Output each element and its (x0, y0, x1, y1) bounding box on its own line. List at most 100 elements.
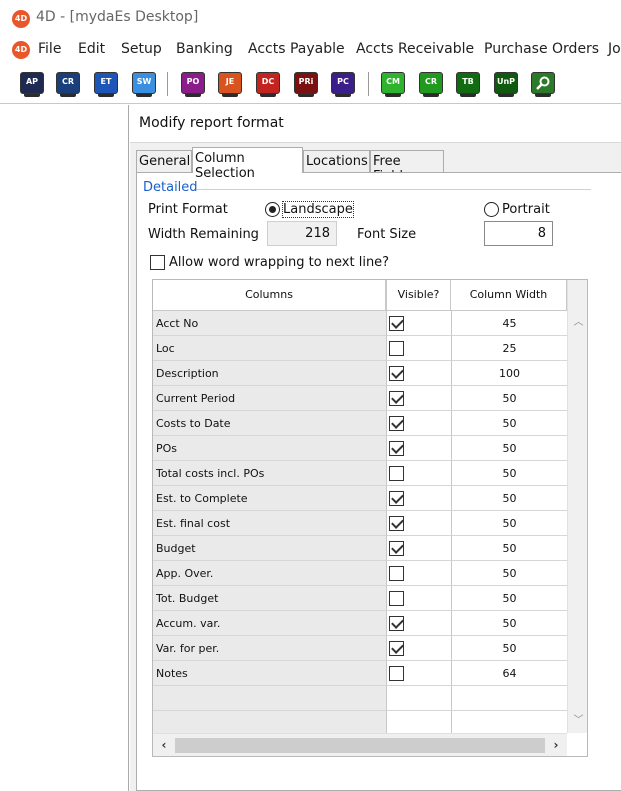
table-row[interactable]: Costs to Date 50 (153, 411, 567, 436)
table-row[interactable]: Loc 25 (153, 336, 567, 361)
table-row[interactable] (153, 686, 567, 711)
cr-button[interactable]: CR (56, 72, 80, 97)
dc-button[interactable]: DC (256, 72, 280, 97)
column-name-cell[interactable]: Total costs incl. POs (153, 461, 386, 486)
menu-jobs[interactable]: Jo (608, 41, 621, 57)
table-row[interactable]: App. Over. 50 (153, 561, 567, 586)
table-row[interactable]: Acct No 45 (153, 311, 567, 336)
tab-locations[interactable]: Locations (303, 150, 370, 172)
visible-checkbox[interactable] (389, 416, 404, 431)
column-name-cell[interactable]: Accum. var. (153, 611, 386, 636)
column-name-cell[interactable]: Tot. Budget (153, 586, 386, 611)
tab-column-selection[interactable]: Column Selection (192, 147, 303, 181)
pri-button[interactable]: PRi (294, 72, 318, 97)
column-width-cell[interactable]: 50 (451, 536, 567, 561)
column-width-cell[interactable]: 50 (451, 611, 567, 636)
table-row[interactable]: Total costs incl. POs 50 (153, 461, 567, 486)
menu-banking[interactable]: Banking (176, 41, 233, 57)
table-row[interactable]: Tot. Budget 50 (153, 586, 567, 611)
scroll-up-icon[interactable]: ︿ (568, 314, 587, 331)
column-width-cell[interactable]: 50 (451, 486, 567, 511)
word-wrap-label[interactable]: Allow word wrapping to next line? (169, 255, 389, 270)
column-width-cell[interactable]: 50 (451, 561, 567, 586)
column-name-cell[interactable]: Est. final cost (153, 511, 386, 536)
scroll-left-icon[interactable]: ‹ (155, 737, 173, 754)
table-row[interactable]: Accum. var. 50 (153, 611, 567, 636)
column-width-cell[interactable]: 50 (451, 411, 567, 436)
table-row[interactable]: Description 100 (153, 361, 567, 386)
column-name-cell[interactable]: Loc (153, 336, 386, 361)
column-width-cell[interactable]: 50 (451, 586, 567, 611)
et-button[interactable]: ET (94, 72, 118, 97)
column-width-cell[interactable]: 50 (451, 386, 567, 411)
column-width-cell[interactable]: 50 (451, 511, 567, 536)
column-header-columns[interactable]: Columns (153, 280, 386, 310)
horizontal-scrollbar[interactable]: ‹ › (153, 733, 567, 756)
column-name-cell[interactable] (153, 686, 386, 711)
column-width-cell[interactable]: 25 (451, 336, 567, 361)
visible-checkbox[interactable] (389, 566, 404, 581)
je-button[interactable]: JE (218, 72, 242, 97)
column-header-visible[interactable]: Visible? (386, 280, 451, 310)
column-width-cell[interactable] (451, 686, 567, 711)
column-name-cell[interactable]: POs (153, 436, 386, 461)
column-width-cell[interactable]: 100 (451, 361, 567, 386)
table-row[interactable]: Est. final cost 50 (153, 511, 567, 536)
menu-accts-payable[interactable]: Accts Payable (248, 41, 345, 57)
tab-general[interactable]: General (136, 150, 192, 172)
cr-green-button[interactable]: CR (419, 72, 443, 97)
menu-file[interactable]: File (38, 41, 61, 57)
column-width-cell[interactable]: 50 (451, 436, 567, 461)
column-name-cell[interactable]: Current Period (153, 386, 386, 411)
cm-button[interactable]: CM (381, 72, 405, 97)
column-name-cell[interactable]: Costs to Date (153, 411, 386, 436)
column-name-cell[interactable]: App. Over. (153, 561, 386, 586)
portrait-label[interactable]: Portrait (502, 202, 550, 217)
visible-checkbox[interactable] (389, 391, 404, 406)
portrait-radio[interactable] (484, 202, 499, 217)
po-button[interactable]: PO (181, 72, 205, 97)
column-width-cell[interactable]: 50 (451, 461, 567, 486)
horizontal-scroll-thumb[interactable] (175, 738, 545, 753)
visible-checkbox[interactable] (389, 316, 404, 331)
column-width-cell[interactable]: 50 (451, 636, 567, 661)
column-name-cell[interactable]: Description (153, 361, 386, 386)
visible-checkbox[interactable] (389, 616, 404, 631)
sw-button[interactable]: SW (132, 72, 156, 97)
visible-checkbox[interactable] (389, 366, 404, 381)
vertical-scrollbar[interactable]: ︿ ﹀ (567, 280, 587, 733)
column-name-cell[interactable]: Acct No (153, 311, 386, 336)
search-button[interactable] (531, 72, 555, 97)
column-header-width[interactable]: Column Width (451, 280, 567, 310)
scroll-right-icon[interactable]: › (547, 737, 565, 754)
pc-button[interactable]: PC (331, 72, 355, 97)
menu-purchase-orders[interactable]: Purchase Orders (484, 41, 599, 57)
visible-checkbox[interactable] (389, 591, 404, 606)
visible-checkbox[interactable] (389, 541, 404, 556)
visible-checkbox[interactable] (389, 466, 404, 481)
visible-checkbox[interactable] (389, 666, 404, 681)
column-name-cell[interactable]: Budget (153, 536, 386, 561)
table-row[interactable]: Est. to Complete 50 (153, 486, 567, 511)
table-row[interactable]: Notes 64 (153, 661, 567, 686)
app-menu-icon[interactable]: 4D (12, 41, 30, 59)
landscape-label[interactable]: Landscape (282, 201, 354, 218)
visible-checkbox[interactable] (389, 491, 404, 506)
ap-button[interactable]: AP (20, 72, 44, 97)
unp-button[interactable]: UnP (494, 72, 518, 97)
menu-accts-receivable[interactable]: Accts Receivable (356, 41, 474, 57)
menu-edit[interactable]: Edit (78, 41, 105, 57)
column-width-cell[interactable]: 64 (451, 661, 567, 686)
column-name-cell[interactable]: Var. for per. (153, 636, 386, 661)
table-row[interactable]: Current Period 50 (153, 386, 567, 411)
visible-checkbox[interactable] (389, 641, 404, 656)
landscape-radio[interactable] (265, 202, 280, 217)
menu-setup[interactable]: Setup (121, 41, 162, 57)
visible-checkbox[interactable] (389, 441, 404, 456)
table-row[interactable]: POs 50 (153, 436, 567, 461)
scroll-down-icon[interactable]: ﹀ (568, 712, 587, 729)
visible-checkbox[interactable] (389, 516, 404, 531)
tb-button[interactable]: TB (456, 72, 480, 97)
column-width-cell[interactable]: 45 (451, 311, 567, 336)
column-name-cell[interactable]: Notes (153, 661, 386, 686)
